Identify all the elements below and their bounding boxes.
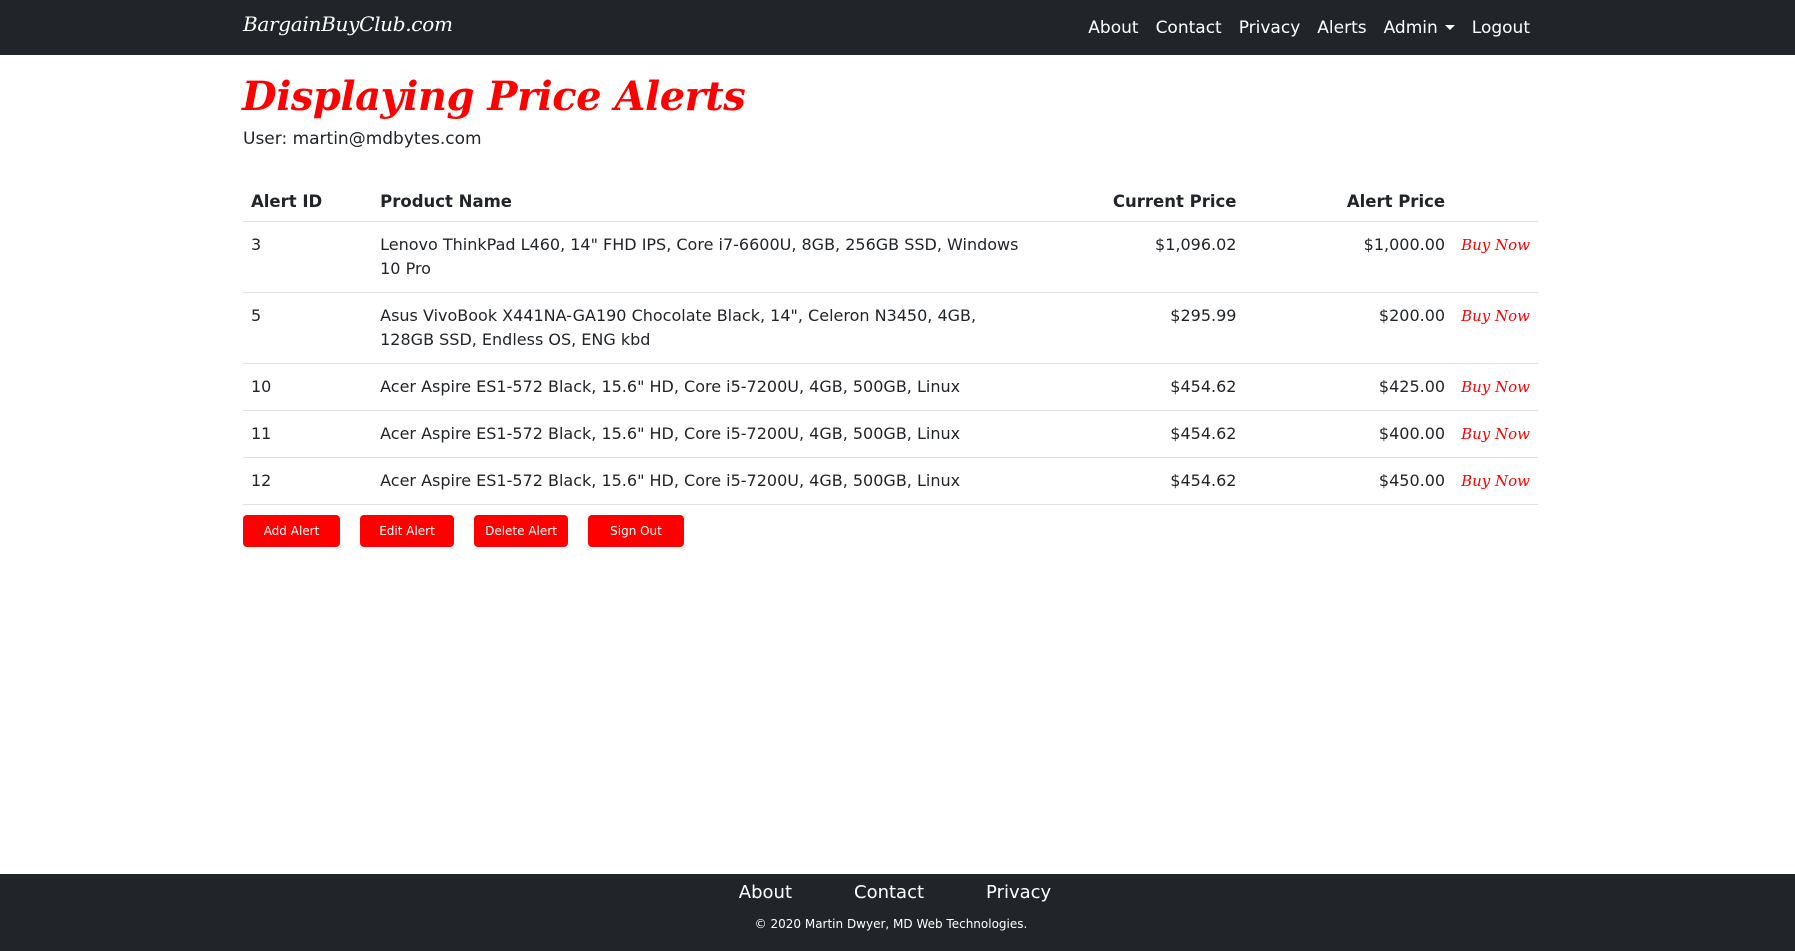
- page-title: Displaying Price Alerts: [242, 73, 746, 120]
- current-price-cell: $454.62: [1035, 410, 1245, 458]
- header-alert-price: Alert Price: [1244, 181, 1454, 222]
- buy-now-link[interactable]: Buy Now: [1461, 236, 1530, 254]
- sign-out-button[interactable]: Sign Out: [588, 515, 684, 547]
- table-row: 11 Acer Aspire ES1-572 Black, 15.6" HD, …: [243, 410, 1538, 458]
- alert-price-cell: $1,000.00: [1244, 221, 1454, 293]
- add-alert-button[interactable]: Add Alert: [243, 515, 340, 547]
- header-product-name: Product Name: [372, 181, 1036, 222]
- brand-logo[interactable]: BargainBuyClub.com: [243, 12, 453, 36]
- alert-price-cell: $450.00: [1244, 457, 1454, 505]
- nav-contact-link[interactable]: Contact: [1156, 18, 1222, 38]
- buy-now-link[interactable]: Buy Now: [1461, 378, 1530, 396]
- product-name-cell: Acer Aspire ES1-572 Black, 15.6" HD, Cor…: [372, 363, 1036, 411]
- table-row: 5 Asus VivoBook X441NA-GA190 Chocolate B…: [243, 292, 1538, 364]
- buy-cell: Buy Now: [1453, 410, 1538, 458]
- top-navbar: BargainBuyClub.com About Contact Privacy…: [0, 0, 1795, 55]
- alert-price-cell: $425.00: [1244, 363, 1454, 411]
- product-name-cell: Acer Aspire ES1-572 Black, 15.6" HD, Cor…: [372, 410, 1036, 458]
- header-alert-id: Alert ID: [243, 181, 373, 222]
- nav-privacy-link[interactable]: Privacy: [1239, 18, 1301, 38]
- buy-cell: Buy Now: [1453, 292, 1538, 364]
- header-buy: [1453, 181, 1538, 222]
- delete-alert-button[interactable]: Delete Alert: [474, 515, 568, 547]
- nav-alerts-link[interactable]: Alerts: [1317, 18, 1366, 38]
- table-row: 12 Acer Aspire ES1-572 Black, 15.6" HD, …: [243, 457, 1538, 505]
- buy-cell: Buy Now: [1453, 457, 1538, 505]
- page-footer: About Contact Privacy © 2020 Martin Dwye…: [0, 874, 1795, 951]
- alert-id-cell: 12: [243, 457, 373, 505]
- alert-id-cell: 10: [243, 363, 373, 411]
- buy-now-link[interactable]: Buy Now: [1461, 307, 1530, 325]
- current-price-cell: $1,096.02: [1035, 221, 1245, 293]
- nav-about-link[interactable]: About: [1088, 18, 1138, 38]
- edit-alert-button[interactable]: Edit Alert: [360, 515, 454, 547]
- alert-price-cell: $200.00: [1244, 292, 1454, 364]
- current-price-cell: $295.99: [1035, 292, 1245, 364]
- buy-cell: Buy Now: [1453, 363, 1538, 411]
- table-row: 10 Acer Aspire ES1-572 Black, 15.6" HD, …: [243, 363, 1538, 411]
- alert-price-cell: $400.00: [1244, 410, 1454, 458]
- alert-id-cell: 3: [243, 221, 373, 293]
- header-current-price: Current Price: [1035, 181, 1245, 222]
- product-name-cell: Lenovo ThinkPad L460, 14" FHD IPS, Core …: [372, 221, 1036, 293]
- current-price-cell: $454.62: [1035, 457, 1245, 505]
- footer-links: About Contact Privacy: [0, 882, 1790, 903]
- product-name-cell: Asus VivoBook X441NA-GA190 Chocolate Bla…: [372, 292, 1036, 364]
- nav-admin-dropdown[interactable]: Admin: [1384, 18, 1455, 38]
- nav-logout-link[interactable]: Logout: [1472, 18, 1530, 38]
- copyright-text: © 2020 Martin Dwyer, MD Web Technologies…: [754, 917, 1028, 931]
- user-email: User: martin@mdbytes.com: [243, 129, 482, 149]
- footer-privacy-link[interactable]: Privacy: [986, 882, 1051, 903]
- buy-cell: Buy Now: [1453, 221, 1538, 293]
- alert-id-cell: 11: [243, 410, 373, 458]
- nav-links: About Contact Privacy Alerts Admin Logou…: [1071, 0, 1530, 55]
- table-header-row: Alert ID Product Name Current Price Aler…: [243, 181, 1538, 222]
- footer-about-link[interactable]: About: [739, 882, 792, 903]
- buy-now-link[interactable]: Buy Now: [1461, 472, 1530, 490]
- footer-contact-link[interactable]: Contact: [854, 882, 924, 903]
- nav-admin-label: Admin: [1383, 17, 1438, 38]
- caret-down-icon: [1444, 24, 1455, 30]
- product-name-cell: Acer Aspire ES1-572 Black, 15.6" HD, Cor…: [372, 457, 1036, 505]
- current-price-cell: $454.62: [1035, 363, 1245, 411]
- alert-id-cell: 5: [243, 292, 373, 364]
- alert-action-buttons: Add Alert Edit Alert Delete Alert Sign O…: [243, 515, 704, 547]
- buy-now-link[interactable]: Buy Now: [1461, 425, 1530, 443]
- alerts-table: Alert ID Product Name Current Price Aler…: [243, 181, 1538, 505]
- table-row: 3 Lenovo ThinkPad L460, 14" FHD IPS, Cor…: [243, 221, 1538, 293]
